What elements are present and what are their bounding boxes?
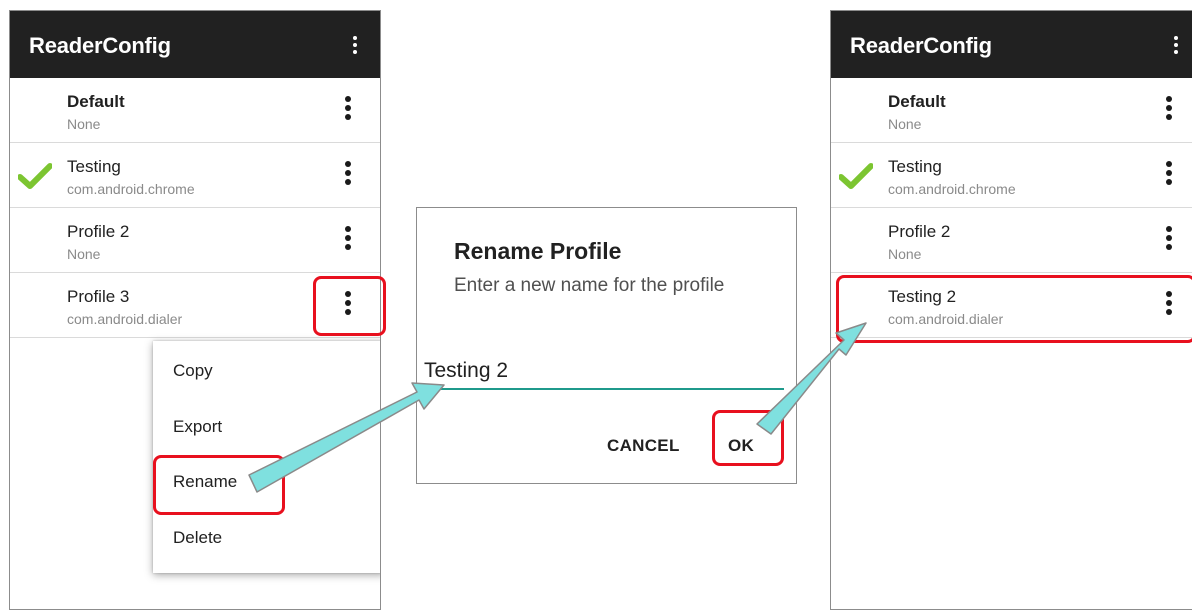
annotation-arrows — [248, 322, 867, 493]
annotation-arrow — [756, 322, 867, 435]
annotation-arrow — [248, 382, 445, 493]
